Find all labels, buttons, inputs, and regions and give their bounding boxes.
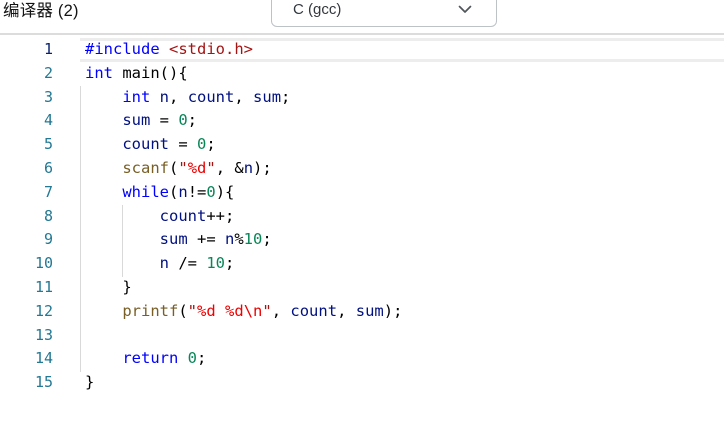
code-line[interactable]: 13 xyxy=(0,324,724,348)
page-title: 编译器 (2) xyxy=(3,2,79,20)
code-line-content: #include <stdio.h> xyxy=(80,38,724,62)
code-editor[interactable]: 1 #include <stdio.h> 2 int main(){ 3 int n, … xyxy=(0,35,724,448)
line-number: 7 xyxy=(43,182,53,201)
code-line[interactable]: 11 } xyxy=(0,276,724,300)
line-number: 2 xyxy=(43,63,53,82)
line-number: 4 xyxy=(43,111,53,130)
code-area: 1 #include <stdio.h> 2 int main(){ 3 int n, … xyxy=(0,38,724,395)
code-line-content: int main(){ xyxy=(85,63,188,82)
language-dropdown-value: C (gcc) xyxy=(293,1,342,18)
code-line[interactable]: 7 while(n!=0){ xyxy=(0,181,724,205)
code-line-content: sum += n%10; xyxy=(159,230,272,249)
line-number: 6 xyxy=(43,158,53,177)
line-number: 3 xyxy=(43,87,53,106)
line-number: 10 xyxy=(34,254,53,273)
editor-header: 编译器 (2) C (gcc) xyxy=(0,0,724,33)
line-number: 14 xyxy=(34,349,53,368)
line-number: 5 xyxy=(43,135,53,154)
line-number: 15 xyxy=(34,373,53,392)
code-line[interactable]: 10 n /= 10; xyxy=(0,252,724,276)
indent-guide xyxy=(80,86,81,372)
code-line-content: while(n!=0){ xyxy=(122,182,235,201)
code-line[interactable]: 4 sum = 0; xyxy=(0,109,724,133)
language-dropdown[interactable]: C (gcc) xyxy=(271,0,497,27)
code-line-content: } xyxy=(85,277,132,296)
code-line-content: return 0; xyxy=(122,349,207,368)
line-number: 12 xyxy=(34,301,53,320)
code-line-content xyxy=(80,324,724,348)
line-number: 9 xyxy=(43,230,53,249)
code-line-content: } xyxy=(85,373,95,392)
line-number: 11 xyxy=(34,277,53,296)
code-line[interactable]: 15} xyxy=(0,371,724,395)
code-line-content: printf("%d %d\n", count, sum); xyxy=(122,301,403,320)
chevron-down-icon xyxy=(458,5,472,13)
code-line-content: int n, count, sum; xyxy=(122,87,291,106)
code-line[interactable]: 12 printf("%d %d\n", count, sum); xyxy=(0,300,724,324)
code-line[interactable]: 8 count++; xyxy=(0,205,724,229)
line-number: 1 xyxy=(43,40,53,58)
code-line[interactable]: 14 return 0; xyxy=(0,347,724,371)
code-line-content: sum = 0; xyxy=(122,111,198,130)
code-line[interactable]: 5 count = 0; xyxy=(0,133,724,157)
line-number: 13 xyxy=(34,325,53,344)
code-line[interactable]: 2 int main(){ xyxy=(0,62,724,86)
code-line[interactable]: 1 #include <stdio.h> xyxy=(0,38,724,62)
code-line[interactable]: 6 scanf("%d", &n); xyxy=(0,157,724,181)
code-line-content: count++; xyxy=(159,206,235,225)
code-line-content: n /= 10; xyxy=(159,254,235,273)
code-line-content: count = 0; xyxy=(122,135,216,154)
indent-guide xyxy=(122,205,123,277)
code-line[interactable]: 3 int n, count, sum; xyxy=(0,86,724,110)
code-line-content: scanf("%d", &n); xyxy=(122,158,272,177)
code-line[interactable]: 9 sum += n%10; xyxy=(0,228,724,252)
line-number: 8 xyxy=(43,206,53,225)
